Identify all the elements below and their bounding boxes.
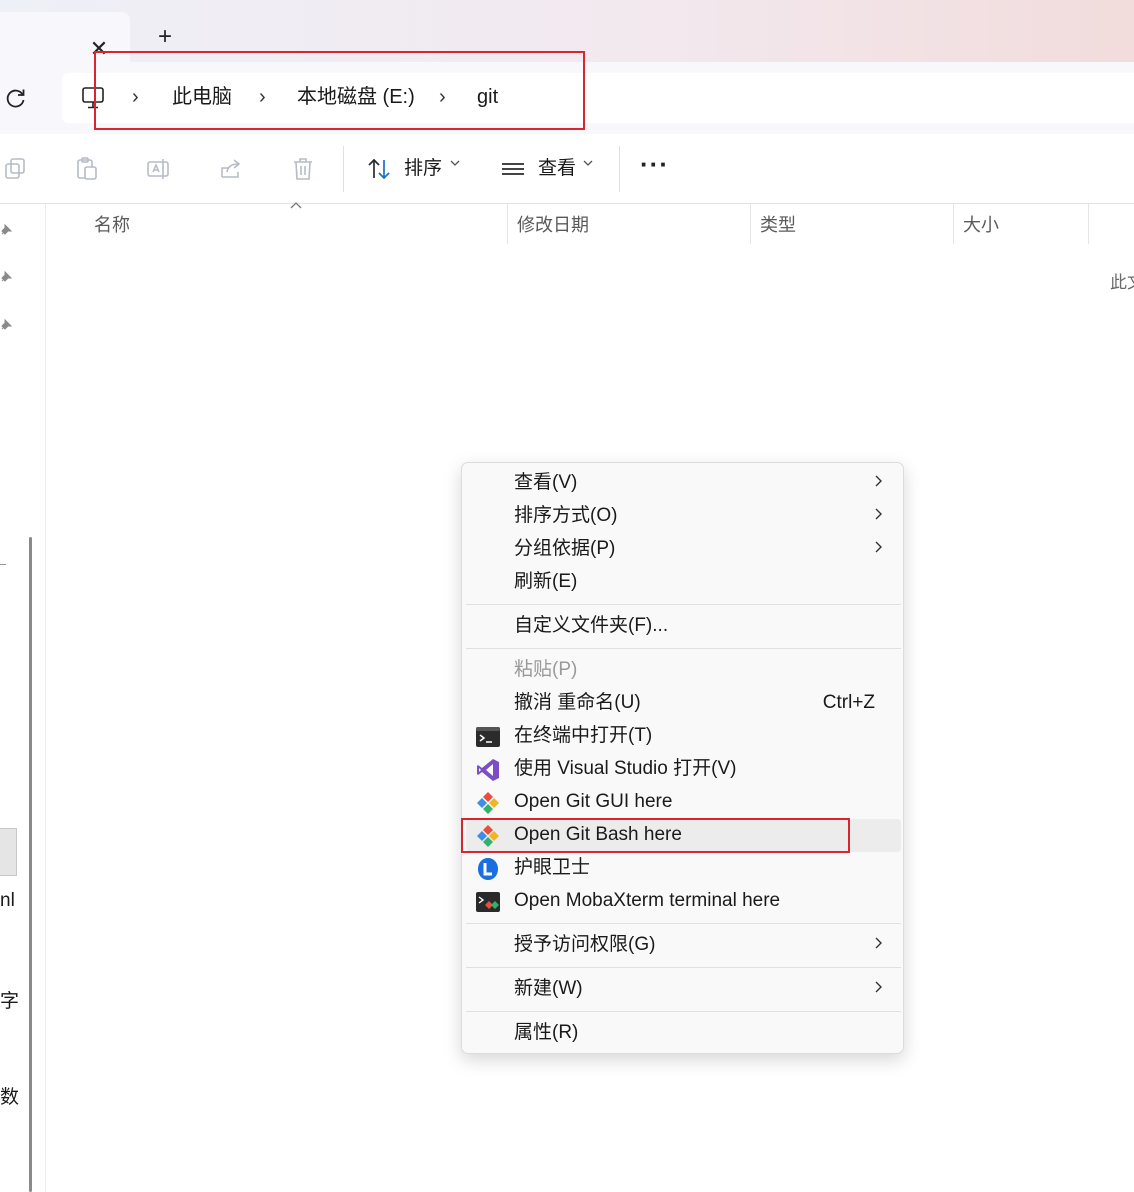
menu-item-label: 属性(R) — [514, 1022, 579, 1043]
menu-item-open-in-terminal[interactable]: 在终端中打开(T) — [466, 720, 901, 753]
sort-button[interactable]: 排序 — [404, 156, 442, 182]
context-menu: 查看(V) 排序方式(O) 分组依据(P) 刷新(E) 自定义文件夹(F)...… — [461, 462, 904, 1054]
copy-icon[interactable] — [2, 156, 28, 182]
pin-icon[interactable] — [0, 317, 14, 331]
chevron-right-icon — [875, 541, 882, 553]
menu-item-give-access[interactable]: 授予访问权限(G) — [466, 929, 901, 962]
empty-folder-text: 此文 — [1110, 273, 1134, 292]
view-icon[interactable] — [500, 156, 526, 182]
menu-item-sort-by[interactable]: 排序方式(O) — [466, 500, 901, 533]
menu-item-label: 护眼卫士 — [514, 857, 591, 878]
menu-item-paste: 粘贴(P) — [466, 654, 901, 687]
new-tab-button[interactable]: + — [152, 24, 178, 50]
menu-item-open-mobaxterm[interactable]: Open MobaXterm terminal here — [466, 885, 901, 918]
column-header-type[interactable]: 类型 — [760, 213, 796, 237]
command-toolbar: 排序 查看 ··· — [0, 134, 1134, 204]
nav-item-fragment[interactable]: nl — [0, 890, 15, 912]
menu-item-label: Open Git GUI here — [514, 791, 673, 812]
delete-icon[interactable] — [290, 156, 316, 182]
menu-item-new[interactable]: 新建(W) — [466, 973, 901, 1006]
refresh-icon[interactable] — [4, 86, 28, 110]
menu-separator — [466, 1011, 901, 1012]
view-chevron-down-icon[interactable] — [583, 158, 593, 168]
menu-item-refresh[interactable]: 刷新(E) — [466, 566, 901, 599]
pin-icon[interactable] — [0, 222, 14, 236]
navigation-pane: nl 字 数 — [0, 204, 46, 1192]
menu-item-label: 粘贴(P) — [514, 659, 578, 680]
menu-item-eye-guard[interactable]: 护眼卫士 — [466, 852, 901, 885]
view-button[interactable]: 查看 — [538, 156, 576, 182]
toolbar-divider — [619, 146, 620, 192]
column-divider[interactable] — [750, 204, 751, 244]
sort-up-chevron-icon — [290, 202, 302, 209]
paste-icon[interactable] — [74, 156, 100, 182]
toolbar-divider — [343, 146, 344, 192]
address-highlight-box — [94, 51, 585, 130]
terminal-icon — [476, 727, 500, 747]
chevron-right-icon — [875, 508, 882, 520]
menu-item-undo-rename[interactable]: 撤消 重命名(U) Ctrl+Z — [466, 687, 901, 720]
chevron-right-icon — [875, 981, 882, 993]
column-header-date-modified[interactable]: 修改日期 — [517, 213, 589, 237]
column-header-size[interactable]: 大小 — [963, 213, 999, 237]
menu-item-label: 撤消 重命名(U) — [514, 692, 641, 713]
chevron-right-icon — [875, 475, 882, 487]
menu-separator — [466, 967, 901, 968]
column-divider[interactable] — [1088, 204, 1089, 244]
menu-item-label: 自定义文件夹(F)... — [514, 615, 669, 636]
menu-item-view[interactable]: 查看(V) — [466, 467, 901, 500]
pin-icon[interactable] — [0, 269, 14, 283]
selected-nav-item[interactable] — [0, 828, 17, 876]
menu-item-label: 查看(V) — [514, 472, 578, 493]
menu-separator — [466, 648, 901, 649]
eye-guard-icon — [478, 858, 498, 880]
sort-chevron-down-icon[interactable] — [450, 158, 460, 168]
menu-item-label: 排序方式(O) — [514, 505, 618, 526]
visual-studio-icon — [477, 759, 499, 781]
column-divider[interactable] — [953, 204, 954, 244]
sort-icon[interactable] — [366, 156, 392, 182]
menu-item-open-git-gui[interactable]: Open Git GUI here — [466, 786, 901, 819]
menu-item-label: Open MobaXterm terminal here — [514, 890, 781, 911]
chevron-right-icon — [875, 937, 882, 949]
column-header-name[interactable]: 名称 — [94, 213, 130, 237]
more-options-button[interactable]: ··· — [640, 151, 672, 182]
git-icon — [477, 792, 499, 814]
nav-item-fragment[interactable]: 数 — [0, 1082, 19, 1109]
menu-separator — [466, 923, 901, 924]
share-icon[interactable] — [218, 156, 244, 182]
column-divider[interactable] — [507, 204, 508, 244]
menu-separator — [466, 604, 901, 605]
menu-item-label: 分组依据(P) — [514, 538, 616, 559]
menu-item-label: 刷新(E) — [514, 571, 578, 592]
menu-item-shortcut: Ctrl+Z — [822, 692, 875, 713]
mobaxterm-icon — [476, 892, 500, 912]
nav-pane-scrollbar[interactable] — [29, 537, 32, 1192]
pane-divider — [0, 564, 6, 565]
menu-item-open-with-visual-studio[interactable]: 使用 Visual Studio 打开(V) — [466, 753, 901, 786]
menu-item-label: 使用 Visual Studio 打开(V) — [514, 758, 737, 779]
menu-item-group-by[interactable]: 分组依据(P) — [466, 533, 901, 566]
menu-item-label: 在终端中打开(T) — [514, 725, 653, 746]
menu-item-properties[interactable]: 属性(R) — [466, 1017, 901, 1050]
menu-item-label: 新建(W) — [514, 978, 583, 999]
menu-item-customize-folder[interactable]: 自定义文件夹(F)... — [466, 610, 901, 643]
nav-item-fragment[interactable]: 字 — [0, 986, 19, 1013]
git-bash-highlight-box — [461, 818, 850, 853]
menu-item-label: 授予访问权限(G) — [514, 934, 656, 955]
rename-icon[interactable] — [146, 156, 172, 182]
